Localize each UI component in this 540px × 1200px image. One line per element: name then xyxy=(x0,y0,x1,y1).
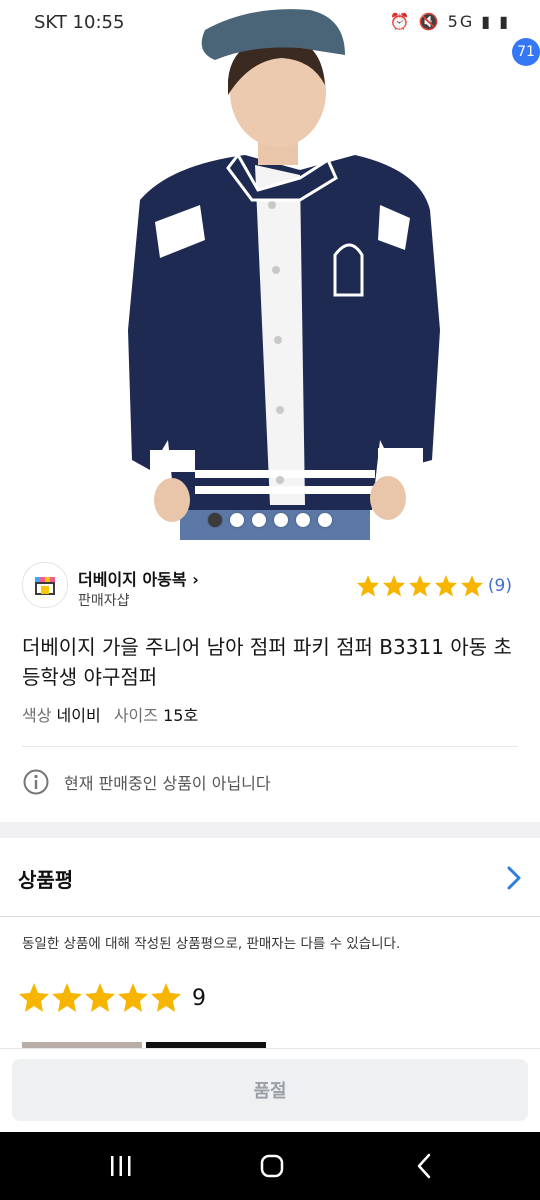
home-circle-icon xyxy=(260,1154,284,1178)
carousel-dot[interactable] xyxy=(296,513,310,527)
product-options: 색상 네이비 사이즈 15호 xyxy=(22,702,206,726)
home-icon xyxy=(421,51,451,82)
bottom-action-bar: 품절 xyxy=(0,1048,540,1133)
system-navigation-bar xyxy=(0,1132,540,1200)
seller-type: 판매자샵 xyxy=(78,593,130,609)
seller-name[interactable]: 더베이지 아동복 › xyxy=(78,566,199,590)
back-button[interactable] xyxy=(12,44,56,88)
carousel-dot[interactable] xyxy=(274,513,288,527)
carousel-dot[interactable] xyxy=(230,513,244,527)
home-button[interactable] xyxy=(414,44,458,88)
seller-name-text: 더베이지 아동복 xyxy=(78,570,193,589)
review-section-header[interactable]: 상품평 xyxy=(0,838,540,917)
info-icon xyxy=(23,769,49,795)
notice-text: 현재 판매중인 상품이 아닙니다 xyxy=(64,774,271,793)
status-bar: SKT 10:55 ⏰ 🔇 5G ▮ ▮ xyxy=(0,0,540,44)
carousel-dot[interactable] xyxy=(318,513,332,527)
product-title: 더베이지 가을 주니어 남아 점퍼 파키 점퍼 B3311 아동 초등학생 야구… xyxy=(22,635,512,689)
section-gap xyxy=(0,822,540,838)
option-color-value: 네이비 xyxy=(56,706,101,725)
review-stars-icon xyxy=(19,983,181,1012)
cart-button[interactable]: 71 xyxy=(482,38,540,88)
home-system-button[interactable] xyxy=(252,1146,292,1186)
soldout-button[interactable]: 품절 xyxy=(12,1059,528,1121)
back-icon xyxy=(25,50,42,82)
sale-status-notice: 현재 판매중인 상품이 아닙니다 xyxy=(22,768,271,796)
carousel-dot[interactable] xyxy=(208,513,222,527)
back-system-button[interactable] xyxy=(404,1146,444,1186)
search-icon xyxy=(352,50,384,82)
carousel-indicator xyxy=(0,513,540,527)
option-size-value: 15호 xyxy=(163,706,199,725)
chevron-right-icon[interactable] xyxy=(500,864,528,892)
option-size-label: 사이즈 xyxy=(113,706,158,725)
review-heading: 상품평 xyxy=(18,868,74,892)
review-score: 9 xyxy=(18,982,206,1014)
status-time: SKT 10:55 xyxy=(34,12,125,33)
rating-count: (9) xyxy=(487,576,512,596)
recents-icon xyxy=(111,1156,131,1176)
status-system-icons: ⏰ 🔇 5G ▮ ▮ xyxy=(389,12,510,31)
seller-logo xyxy=(22,562,68,608)
seller-row[interactable]: 더베이지 아동복 › 판매자샵 (9) xyxy=(22,562,518,610)
product-rating[interactable]: (9) xyxy=(356,574,512,598)
rating-stars-icon xyxy=(356,575,483,597)
store-icon xyxy=(35,577,55,595)
carousel-dot[interactable] xyxy=(252,513,266,527)
seller-chevron-icon: › xyxy=(192,570,199,589)
review-count: 9 xyxy=(192,985,206,1011)
search-button[interactable] xyxy=(346,44,390,88)
back-arrow-icon xyxy=(417,1153,431,1179)
option-color-label: 색상 xyxy=(22,706,52,725)
review-note: 동일한 상품에 대해 작성된 상품평으로, 판매자는 다를 수 있습니다. xyxy=(22,936,401,952)
recents-button[interactable] xyxy=(101,1146,141,1186)
top-navigation: 71 xyxy=(0,38,540,94)
divider xyxy=(22,746,518,747)
cart-count-badge: 71 xyxy=(512,38,540,66)
